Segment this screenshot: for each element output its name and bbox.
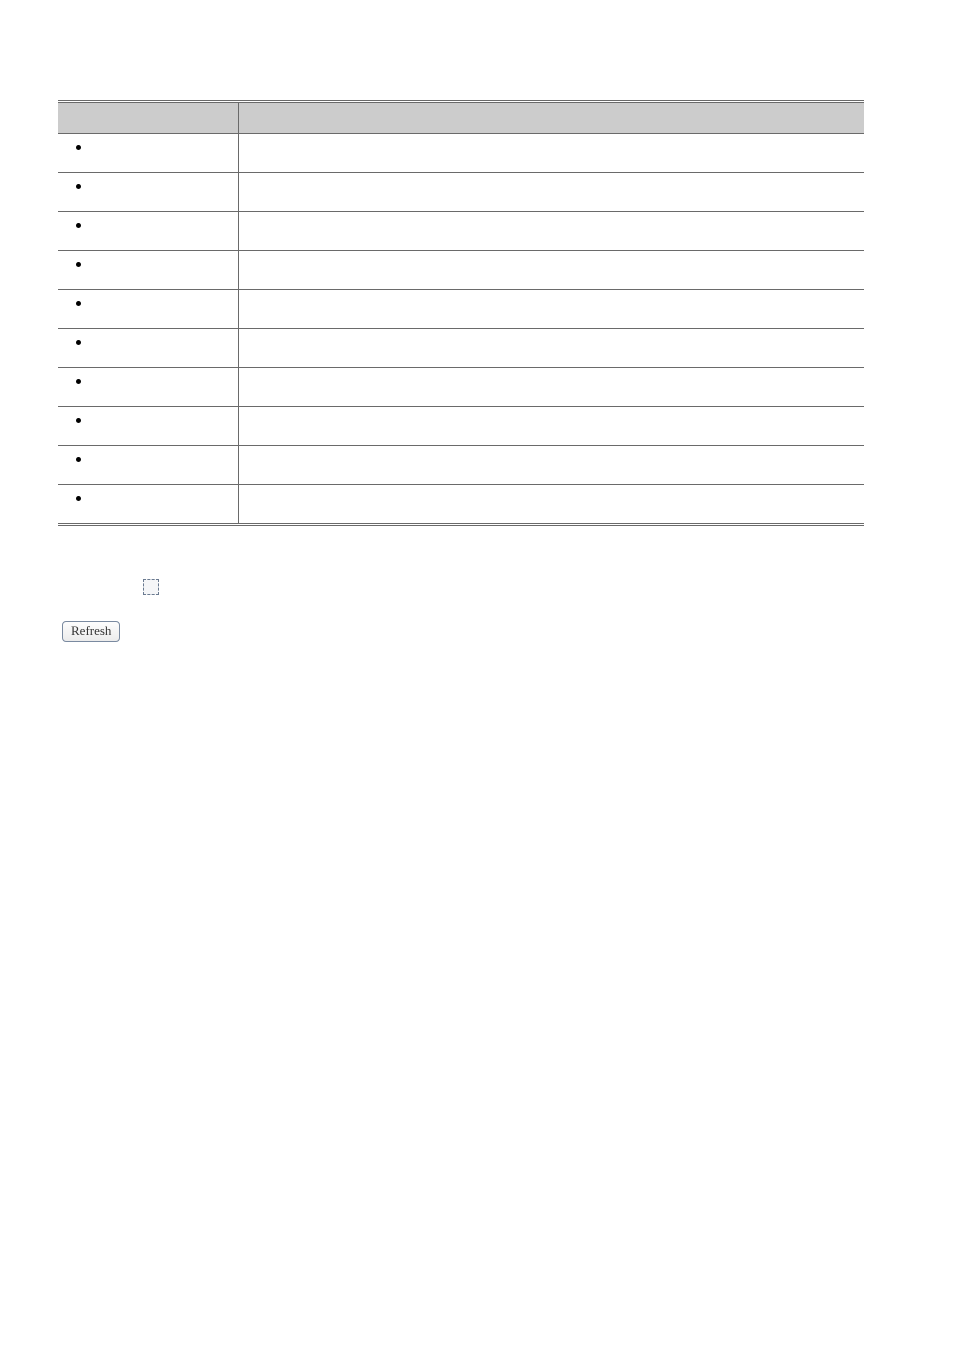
table-cell-left bbox=[58, 446, 238, 485]
checkbox-line bbox=[143, 578, 864, 595]
checkbox-icon[interactable] bbox=[143, 579, 159, 595]
table-row bbox=[58, 329, 864, 368]
table-cell-right bbox=[238, 329, 864, 368]
table-cell-right bbox=[238, 407, 864, 446]
bullet-icon bbox=[76, 184, 81, 189]
table-row bbox=[58, 251, 864, 290]
table-cell-right bbox=[238, 290, 864, 329]
bullet-icon bbox=[76, 145, 81, 150]
bullet-icon bbox=[76, 496, 81, 501]
table-header-row bbox=[58, 102, 864, 134]
bullet-icon bbox=[76, 418, 81, 423]
table-cell-left bbox=[58, 134, 238, 173]
table-row bbox=[58, 212, 864, 251]
table-cell-right bbox=[238, 212, 864, 251]
table-cell-right bbox=[238, 134, 864, 173]
table-header-left bbox=[58, 102, 238, 134]
table-cell-right bbox=[238, 368, 864, 407]
table-row bbox=[58, 368, 864, 407]
table-cell-left bbox=[58, 485, 238, 525]
data-table bbox=[58, 100, 864, 526]
controls: Refresh bbox=[58, 578, 864, 642]
table-row bbox=[58, 290, 864, 329]
table-cell-left bbox=[58, 251, 238, 290]
refresh-button[interactable]: Refresh bbox=[62, 621, 120, 642]
table-cell-left bbox=[58, 212, 238, 251]
bullet-icon bbox=[76, 457, 81, 462]
table-cell-right bbox=[238, 446, 864, 485]
table-cell-left bbox=[58, 290, 238, 329]
bullet-icon bbox=[76, 301, 81, 306]
table-cell-left bbox=[58, 368, 238, 407]
bullet-icon bbox=[76, 340, 81, 345]
table-cell-left bbox=[58, 329, 238, 368]
table-cell-right bbox=[238, 251, 864, 290]
table-cell-right bbox=[238, 173, 864, 212]
table-cell-left bbox=[58, 407, 238, 446]
table-row bbox=[58, 173, 864, 212]
table-row bbox=[58, 134, 864, 173]
table-cell-right bbox=[238, 485, 864, 525]
bullet-icon bbox=[76, 223, 81, 228]
table-row bbox=[58, 446, 864, 485]
table-header-right bbox=[238, 102, 864, 134]
bullet-icon bbox=[76, 262, 81, 267]
bullet-icon bbox=[76, 379, 81, 384]
table-row bbox=[58, 485, 864, 525]
table-cell-left bbox=[58, 173, 238, 212]
table-row bbox=[58, 407, 864, 446]
